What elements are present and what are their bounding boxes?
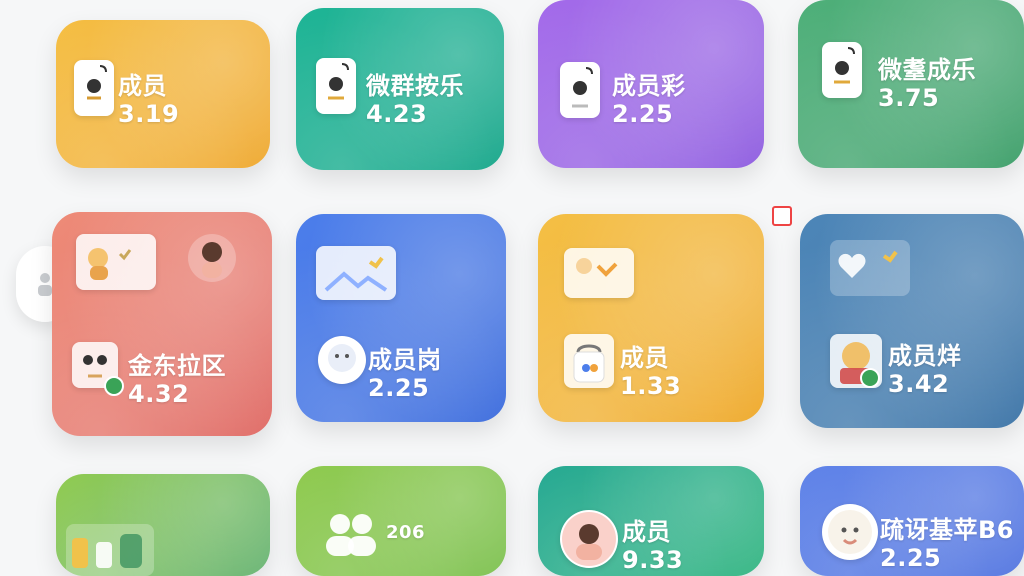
tile-value: 2.25 — [880, 544, 942, 572]
document-icon — [822, 42, 862, 98]
tile-grid: 成员 3.19 微群按乐 4.23 成员彩 2.25 微耋成乐 3.75 金东拉… — [0, 0, 1024, 576]
check-icon — [104, 376, 124, 396]
image-icon — [76, 234, 156, 290]
tile-value: 3.75 — [878, 84, 940, 112]
tile-9[interactable] — [56, 474, 270, 576]
tile-title: 微群按乐 — [366, 72, 464, 100]
tile-title: 成员岗 — [368, 346, 442, 374]
document-icon — [74, 60, 114, 116]
tile-3[interactable]: 成员彩 2.25 — [538, 0, 764, 168]
tile-value: 4.23 — [366, 100, 428, 128]
image-icon — [564, 248, 634, 298]
tile-value: 2.25 — [612, 100, 674, 128]
tile-10[interactable]: 206 — [296, 466, 506, 576]
image-icon — [830, 240, 910, 296]
avatar-icon — [318, 336, 366, 384]
tile-title: 成员 — [118, 72, 167, 100]
tile-7[interactable]: 成员 1.33 — [538, 214, 764, 422]
tile-8[interactable]: 成员烊 3.42 — [800, 214, 1024, 428]
image-icon — [316, 246, 396, 300]
tile-value: 3.42 — [888, 370, 950, 398]
check-icon — [860, 368, 880, 388]
tile-value: 2.25 — [368, 374, 430, 402]
tile-2[interactable]: 微群按乐 4.23 — [296, 8, 504, 170]
status-badge — [772, 206, 792, 226]
users-icon — [326, 514, 376, 556]
tile-value: 1.33 — [620, 372, 682, 400]
document-icon — [316, 58, 356, 114]
tile-title: 成员 — [622, 518, 671, 546]
tile-title: 成员烊 — [888, 342, 962, 370]
tile-title: 成员彩 — [612, 72, 686, 100]
avatar-icon — [822, 504, 878, 560]
bag-icon — [564, 334, 614, 388]
status-badge — [496, 8, 504, 18]
document-icon — [560, 62, 600, 118]
tile-title: 微耋成乐 — [878, 56, 976, 84]
tile-5[interactable]: 金东拉区 4.32 — [52, 212, 272, 436]
tile-4[interactable]: 微耋成乐 3.75 — [798, 0, 1024, 168]
tile-1[interactable]: 成员 3.19 — [56, 20, 270, 168]
avatar — [188, 234, 236, 282]
tile-value: 3.19 — [118, 100, 180, 128]
avatar — [560, 510, 618, 568]
tile-title: 疏讶基苹B6 — [880, 516, 1014, 544]
tile-12[interactable]: 疏讶基苹B6 2.25 — [800, 466, 1024, 576]
tile-title: 金东拉区 — [128, 352, 226, 380]
tile-11[interactable]: 成员 9.33 — [538, 466, 764, 576]
tile-6[interactable]: 成员岗 2.25 — [296, 214, 506, 422]
tile-title: 成员 — [620, 344, 669, 372]
image-icon — [66, 524, 154, 576]
tile-value: 9.33 — [622, 546, 684, 574]
tile-value: 4.32 — [128, 380, 190, 408]
tile-value: 206 — [386, 522, 426, 543]
